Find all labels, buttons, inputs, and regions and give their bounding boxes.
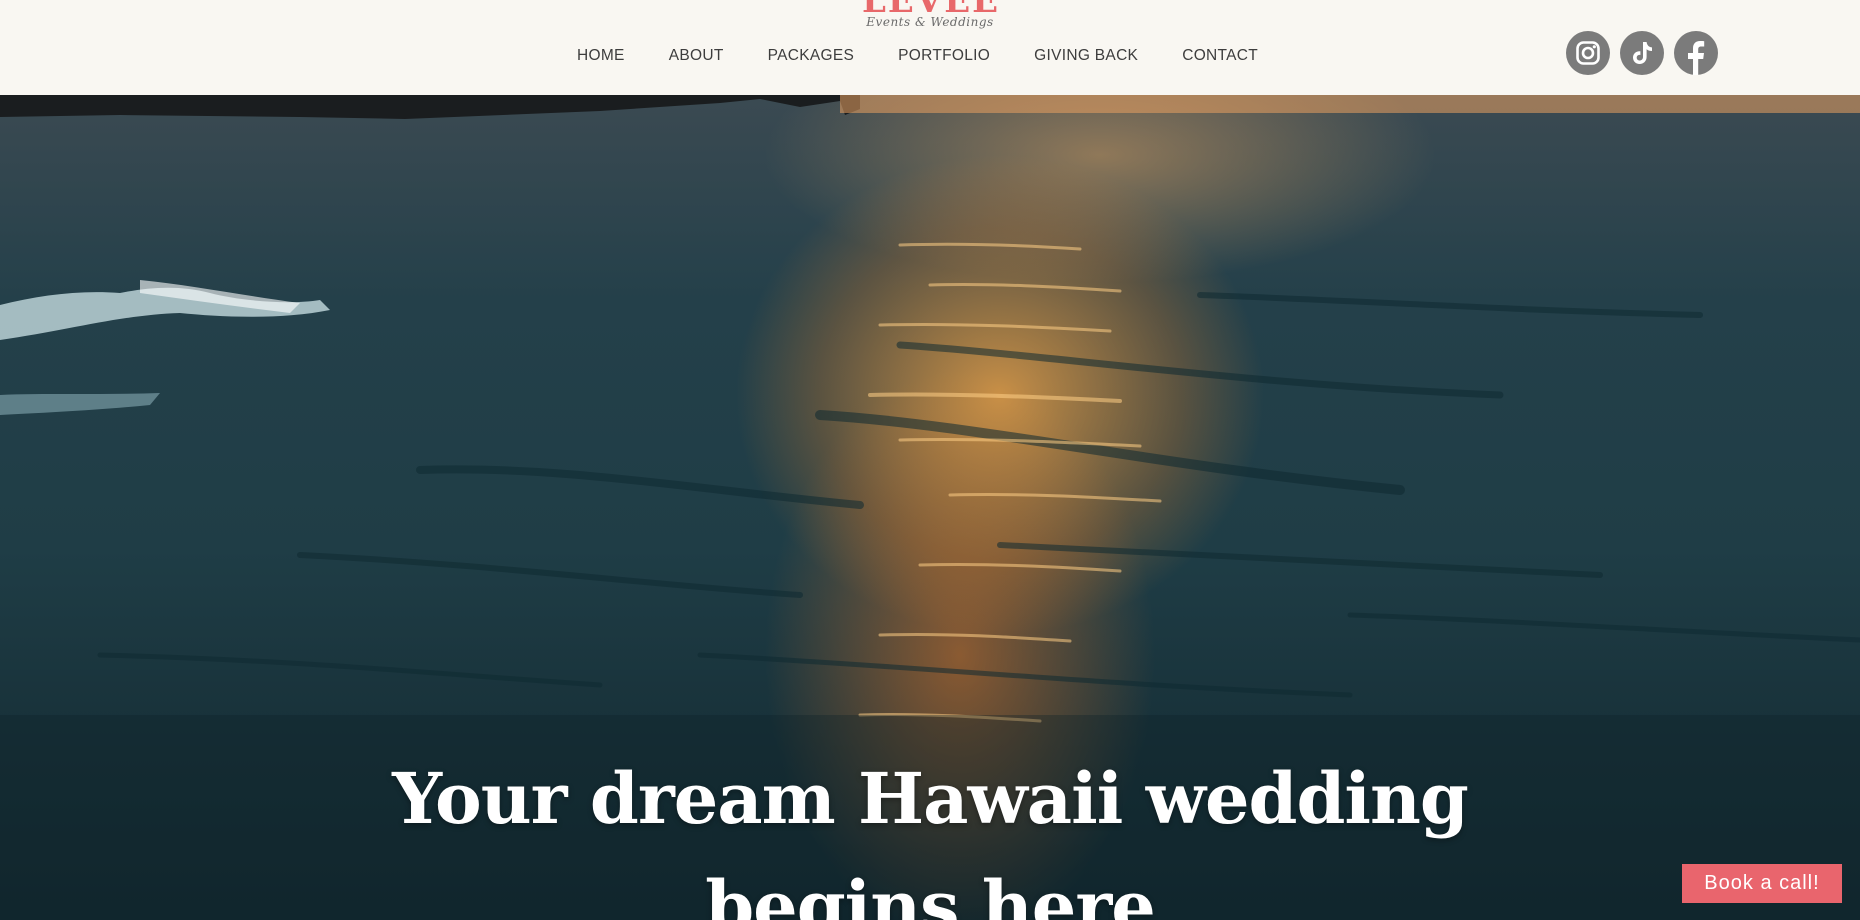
site-header: LEVEE Events & Weddings HOME ABOUT PACKA… <box>0 0 1860 95</box>
book-a-call-button[interactable]: Book a call! <box>1682 864 1842 903</box>
hero-headline-line-2: begins here <box>705 865 1156 920</box>
logo-tagline: Events & Weddings <box>866 15 994 29</box>
tiktok-icon <box>1630 40 1654 66</box>
main-nav: HOME ABOUT PACKAGES PORTFOLIO GIVING BAC… <box>577 44 1258 68</box>
instagram-link[interactable] <box>1566 31 1610 75</box>
nav-packages[interactable]: PACKAGES <box>768 47 855 65</box>
social-links <box>1566 31 1718 75</box>
hero-headline-line-1: Your dream Hawaii wedding <box>392 757 1469 840</box>
hero-headline: Your dream Hawaii wedding begins here <box>0 745 1860 920</box>
nav-home[interactable]: HOME <box>577 47 625 65</box>
hero-section: Your dream Hawaii wedding begins here <box>0 95 1860 920</box>
facebook-icon <box>1674 31 1718 75</box>
instagram-icon <box>1575 40 1601 66</box>
nav-contact[interactable]: CONTACT <box>1182 47 1258 65</box>
facebook-link[interactable] <box>1674 31 1718 75</box>
tiktok-link[interactable] <box>1620 31 1664 75</box>
nav-portfolio[interactable]: PORTFOLIO <box>898 47 990 65</box>
logo-wordmark: LEVEE <box>862 0 1001 21</box>
nav-giving-back[interactable]: GIVING BACK <box>1034 47 1138 65</box>
site-logo[interactable]: LEVEE Events & Weddings <box>862 0 998 32</box>
nav-about[interactable]: ABOUT <box>669 47 724 65</box>
